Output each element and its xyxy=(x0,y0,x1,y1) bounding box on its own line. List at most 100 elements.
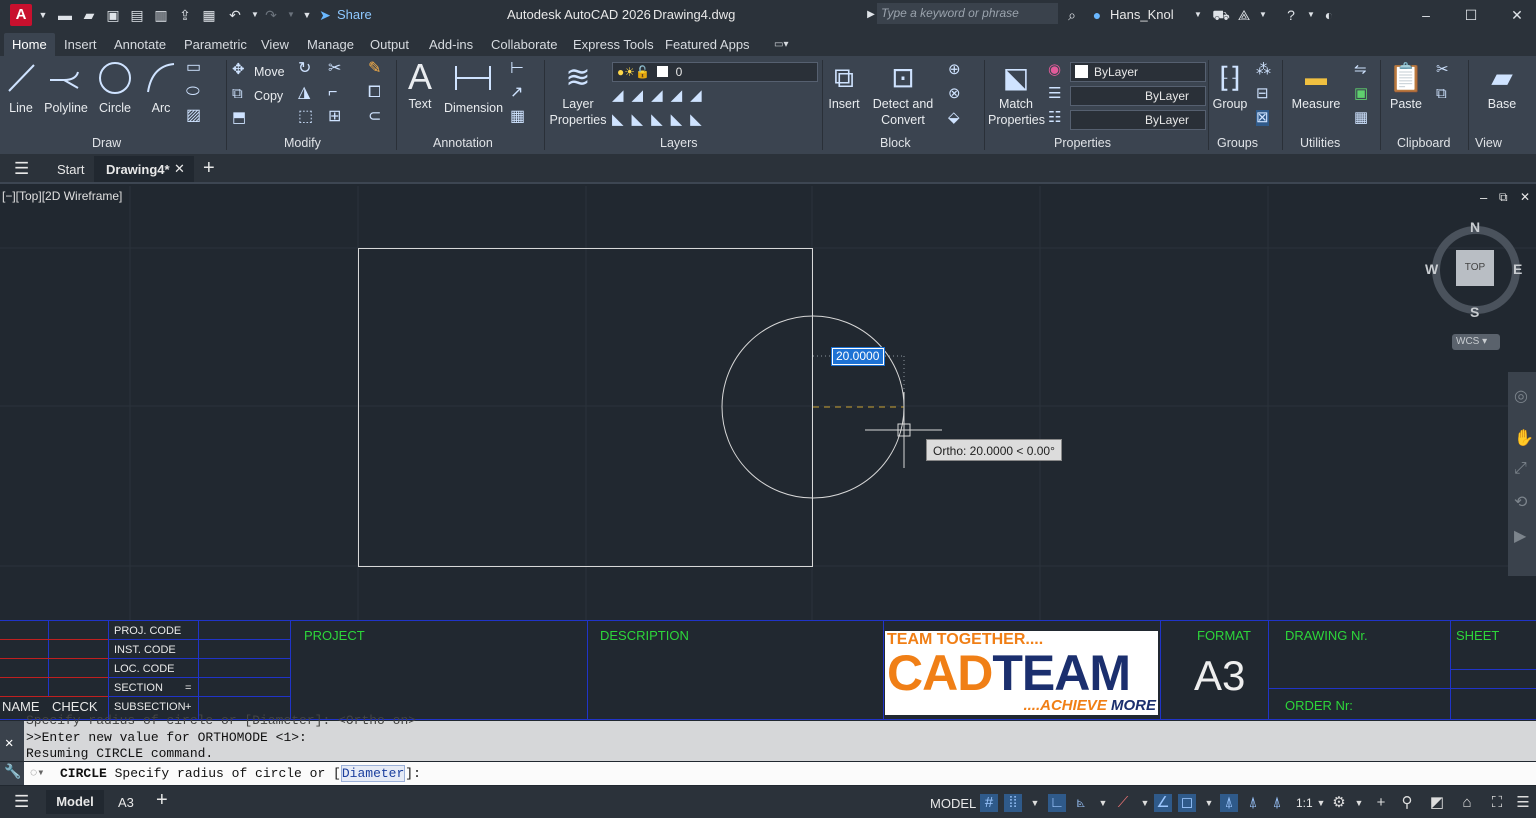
menu-icon[interactable]: ☰ xyxy=(14,159,29,179)
redo-icon[interactable]: ↷ xyxy=(262,6,280,24)
model-space-toggle[interactable]: MODEL xyxy=(930,796,976,811)
app-menu-button[interactable]: A xyxy=(10,4,32,26)
lock-ui-icon[interactable]: ⌂ xyxy=(1458,794,1476,812)
workspace-dropdown-icon[interactable]: ▼ xyxy=(1350,794,1368,812)
snap-icon[interactable]: ⁞⁞ xyxy=(1004,794,1022,812)
viewport-close-icon[interactable]: ✕ xyxy=(1520,190,1530,204)
tab-home[interactable]: Home xyxy=(4,33,55,56)
open-folder-icon[interactable]: ▰ xyxy=(80,6,98,24)
share-button[interactable]: Share xyxy=(337,7,372,22)
erase-icon[interactable]: ✎ xyxy=(368,61,381,77)
layout-menu-icon[interactable]: ☰ xyxy=(14,792,29,812)
dimension-button[interactable]: Dimension xyxy=(444,60,503,116)
share-icon[interactable]: ➤ xyxy=(316,6,334,24)
export-icon[interactable]: ⇪ xyxy=(176,6,194,24)
viewport-minimize-icon[interactable]: – xyxy=(1480,190,1487,205)
customize-wrench-icon[interactable]: 🔧 xyxy=(4,764,21,781)
viewport-restore-icon[interactable]: ⧉ xyxy=(1499,190,1508,205)
showmotion-icon[interactable]: ▶ xyxy=(1514,526,1526,546)
linetype-dropdown[interactable]: ByLayer xyxy=(1070,86,1206,106)
user-icon[interactable]: ● xyxy=(1088,6,1106,24)
tab-parametric[interactable]: Parametric xyxy=(184,33,247,56)
polar-dropdown-icon[interactable]: ▼ xyxy=(1094,794,1112,812)
explode-icon[interactable]: ⧠ xyxy=(368,85,381,101)
table-icon[interactable]: ▦ xyxy=(510,109,525,125)
print-icon[interactable]: ▦ xyxy=(200,6,218,24)
utilities-panel-title[interactable]: Utilities xyxy=(1300,136,1340,150)
cart-icon[interactable]: ⛟ xyxy=(1212,6,1230,24)
layout-tab-a3[interactable]: A3 xyxy=(118,795,134,810)
search-icon[interactable]: ⌕ xyxy=(1063,6,1081,24)
prompt-option-diameter[interactable]: Diameter xyxy=(340,765,406,782)
customize-toolbar-icon[interactable]: ▼ xyxy=(298,6,316,24)
tab-collaborate[interactable]: Collaborate xyxy=(491,33,558,56)
tab-add-ins[interactable]: Add-ins xyxy=(429,33,473,56)
calculator-icon[interactable]: ▦ xyxy=(1354,110,1368,126)
dynamic-input-field[interactable]: 20.0000 xyxy=(831,347,885,366)
wcs-dropdown[interactable]: WCS ▾ xyxy=(1452,334,1500,350)
rotate-icon[interactable]: ↻ xyxy=(298,61,311,77)
annotation-visibility-icon[interactable]: ⍋ xyxy=(1220,794,1238,812)
close-tab-icon[interactable]: ✕ xyxy=(174,161,185,177)
tab-view[interactable]: View xyxy=(261,33,289,56)
compass-west[interactable]: W xyxy=(1425,261,1438,277)
undo-icon[interactable]: ↶ xyxy=(226,6,244,24)
group-select-icon[interactable]: ⊠ xyxy=(1256,110,1269,126)
feedback-icon[interactable]: ◐ xyxy=(1320,6,1338,24)
mirror-icon[interactable]: ◮ xyxy=(298,85,310,101)
workspace-gear-icon[interactable]: ⚙ xyxy=(1330,794,1348,812)
compass-east[interactable]: E xyxy=(1513,261,1522,277)
viewport-controls-label[interactable]: [−][Top][2D Wireframe] xyxy=(2,189,122,203)
orbit-icon[interactable]: ⟲ xyxy=(1514,492,1527,512)
insert-button[interactable]: ⧉ Insert xyxy=(826,60,862,112)
leader-icon[interactable]: ↗ xyxy=(510,85,523,101)
create-block-icon[interactable]: ⊕ xyxy=(948,62,961,78)
save-icon[interactable]: ▣ xyxy=(104,6,122,24)
arc-button[interactable]: Arc xyxy=(142,60,180,116)
view-panel-title[interactable]: View xyxy=(1475,136,1502,150)
osnap-dropdown-icon[interactable]: ▼ xyxy=(1200,794,1218,812)
circle-button[interactable]: Circle xyxy=(96,60,134,116)
annotation-scale-icon[interactable]: ⍋ xyxy=(1268,794,1286,812)
user-dropdown-icon[interactable]: ▼ xyxy=(1189,6,1207,24)
hatch-icon[interactable]: ▨ xyxy=(186,108,201,124)
tab-output[interactable]: Output xyxy=(370,33,409,56)
snap-dropdown-icon[interactable]: ▼ xyxy=(1026,794,1044,812)
viewcube-top-face[interactable]: TOP xyxy=(1456,250,1494,286)
isodraft-dropdown-icon[interactable]: ▼ xyxy=(1136,794,1154,812)
detect-convert-button[interactable]: ⊡ Detect and Convert xyxy=(870,60,936,128)
new-file-icon[interactable]: ▬ xyxy=(56,6,74,24)
line-button[interactable]: Line xyxy=(4,60,38,116)
layer-properties-button[interactable]: ≋ Layer Properties xyxy=(548,60,608,128)
compass-north[interactable]: N xyxy=(1470,219,1480,235)
groups-panel-title[interactable]: Groups xyxy=(1217,136,1258,150)
polyline-button[interactable]: Polyline xyxy=(42,60,90,116)
steering-wheel-icon[interactable]: ◎ xyxy=(1514,386,1528,406)
pan-icon[interactable]: ✋ xyxy=(1514,428,1534,448)
clipboard-panel-title[interactable]: Clipboard xyxy=(1397,136,1451,150)
new-tab-icon[interactable]: + xyxy=(203,157,215,180)
search-input[interactable]: Type a keyword or phrase xyxy=(877,3,1058,24)
tab-manage[interactable]: Manage xyxy=(307,33,354,56)
scale-dropdown-icon[interactable]: ▼ xyxy=(1312,794,1330,812)
minimize-icon[interactable]: – xyxy=(1417,6,1435,24)
move-button[interactable]: Move xyxy=(254,64,285,80)
close-icon[interactable]: ✕ xyxy=(1508,6,1526,24)
block-panel-title[interactable]: Block xyxy=(880,136,911,150)
group-edit-icon[interactable]: ⊟ xyxy=(1256,86,1269,102)
measure-button[interactable]: ▬ Measure xyxy=(1286,60,1346,112)
properties-panel-title[interactable]: Properties xyxy=(1054,136,1111,150)
offset-icon[interactable]: ⊂ xyxy=(368,109,381,125)
units-icon[interactable]: ⚲ xyxy=(1398,794,1416,812)
layer-tools-row-1[interactable]: ◢◢◢◢◢ xyxy=(612,88,710,104)
linear-dim-icon[interactable]: ⊢ xyxy=(510,61,524,77)
paste-button[interactable]: 📋 Paste xyxy=(1386,60,1426,112)
tab-drawing4[interactable]: Drawing4* ✕ xyxy=(94,156,194,182)
close-command-line-icon[interactable]: ✕ xyxy=(5,735,13,752)
ortho-icon[interactable]: ∟ xyxy=(1048,794,1066,812)
array-icon[interactable]: ⊞ xyxy=(328,109,341,125)
tab-featured-apps[interactable]: Featured Apps xyxy=(665,33,750,56)
tab-express-tools[interactable]: Express Tools xyxy=(573,33,654,56)
layer-dropdown[interactable]: ●☀🔓 0 xyxy=(612,62,818,82)
model-tab[interactable]: Model xyxy=(46,790,104,814)
